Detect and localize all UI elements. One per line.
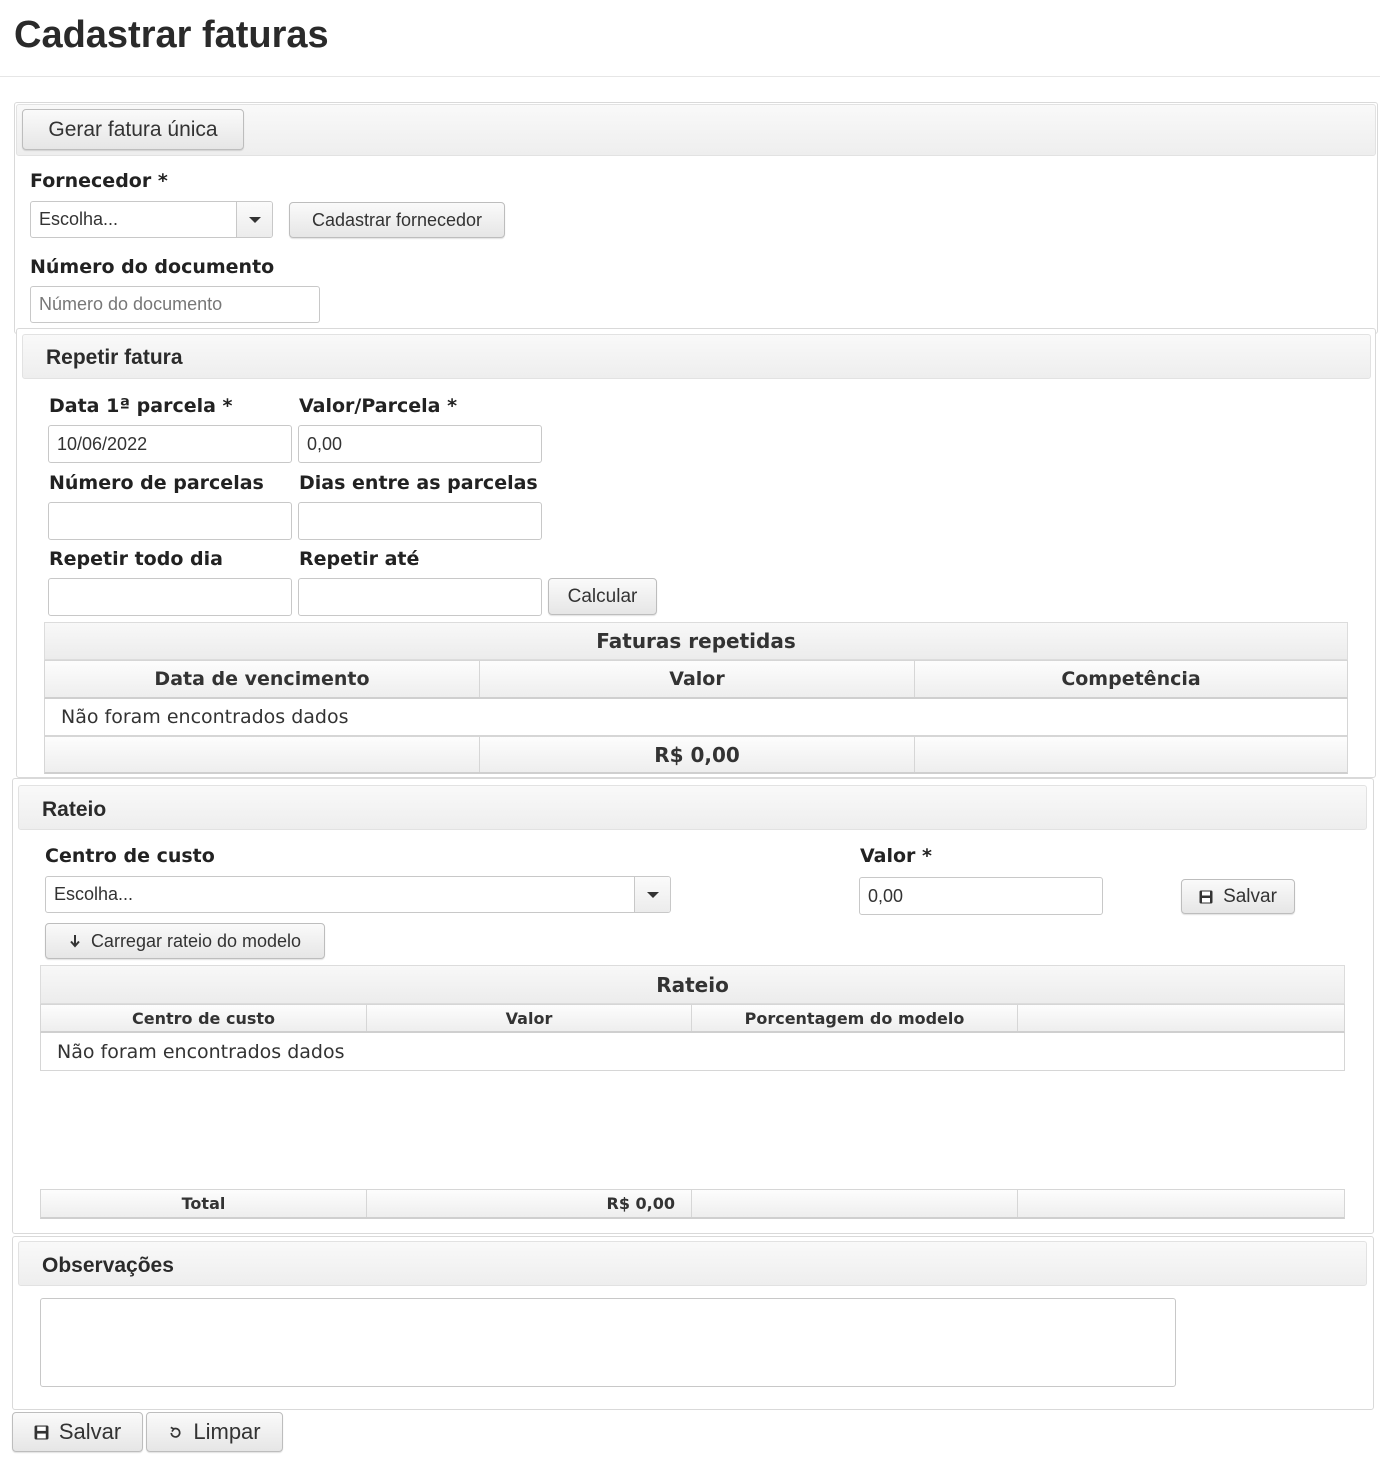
column-header-porcentagem-modelo[interactable]: Porcentagem do modelo — [692, 1005, 1018, 1031]
rateio-empty-text: Não foram encontrados dados — [57, 1040, 345, 1063]
faturas-total-empty — [915, 737, 1347, 772]
data-parcela-input[interactable] — [48, 425, 292, 463]
floppy-disk-icon — [34, 1425, 49, 1440]
salvar-label: Salvar — [58, 1419, 122, 1444]
fornecedor-label: Fornecedor * — [30, 170, 168, 192]
rateio-total-empty-1 — [692, 1190, 1018, 1217]
repetir-fatura-title: Repetir fatura — [46, 346, 183, 369]
carregar-rateio-button[interactable]: Carregar rateio do modelo — [45, 923, 325, 959]
rateio-salvar-button[interactable]: Salvar — [1181, 879, 1295, 914]
observacoes-textarea[interactable] — [40, 1298, 1176, 1387]
column-header-data-vencimento[interactable]: Data de vencimento — [45, 661, 480, 697]
repetir-fatura-header — [22, 334, 1371, 379]
column-header-competencia[interactable]: Competência — [915, 661, 1347, 697]
faturas-empty-text: Não foram encontrados dados — [61, 706, 349, 728]
centro-custo-select[interactable]: Escolha... — [45, 876, 671, 913]
observacoes-title: Observações — [42, 1254, 174, 1277]
fornecedor-select-value: Escolha... — [39, 209, 119, 229]
numero-parcelas-label: Número de parcelas — [49, 472, 264, 494]
column-header-valor[interactable]: Valor — [367, 1005, 692, 1031]
rateio-header — [18, 785, 1367, 830]
cadastrar-fornecedor-label: Cadastrar fornecedor — [311, 209, 483, 230]
floppy-disk-icon — [1199, 890, 1213, 904]
column-header-valor[interactable]: Valor — [480, 661, 915, 697]
numero-documento-label: Número do documento — [30, 256, 275, 278]
rateio-table-header: Centro de custo Valor Porcentagem do mod… — [40, 1004, 1345, 1033]
rateio-valor-input[interactable] — [859, 877, 1103, 915]
observacoes-header — [18, 1241, 1367, 1286]
repetir-ate-label: Repetir até — [299, 548, 420, 570]
arrow-down-icon — [69, 934, 81, 948]
page-title: Cadastrar faturas — [14, 14, 329, 56]
column-header-centro-custo[interactable]: Centro de custo — [41, 1005, 367, 1031]
rateio-salvar-label: Salvar — [1223, 885, 1277, 907]
faturas-total-value: R$ 0,00 — [480, 737, 915, 772]
valor-parcela-input[interactable] — [298, 425, 542, 463]
faturas-total-row: R$ 0,00 — [44, 736, 1348, 774]
rateio-empty-row: Não foram encontrados dados — [40, 1033, 1345, 1071]
dias-entre-parcelas-input[interactable] — [298, 502, 542, 540]
faturas-repetidas-header: Data de vencimento Valor Competência — [44, 660, 1348, 699]
rateio-total-row: Total R$ 0,00 — [40, 1189, 1345, 1219]
data-parcela-label: Data 1ª parcela * — [49, 395, 233, 417]
limpar-label: Limpar — [193, 1419, 261, 1444]
carregar-rateio-label: Carregar rateio do modelo — [90, 930, 302, 951]
repetir-todo-dia-input[interactable] — [48, 578, 292, 616]
numero-parcelas-input[interactable] — [48, 502, 292, 540]
salvar-button[interactable]: Salvar — [12, 1412, 143, 1452]
numero-documento-input[interactable] — [30, 286, 320, 323]
rateio-valor-label: Valor * — [860, 845, 932, 867]
repetir-todo-dia-label: Repetir todo dia — [49, 548, 223, 570]
rateio-title: Rateio — [42, 798, 107, 821]
column-header-actions — [1018, 1005, 1344, 1031]
gerar-fatura-unica-label: Gerar fatura única — [48, 117, 218, 141]
faturas-empty-row: Não foram encontrados dados — [44, 699, 1348, 736]
refresh-icon — [168, 1425, 183, 1440]
cadastrar-fornecedor-button[interactable]: Cadastrar fornecedor — [289, 202, 505, 238]
calcular-button[interactable]: Calcular — [548, 578, 657, 615]
dias-entre-parcelas-label: Dias entre as parcelas — [299, 472, 538, 494]
chevron-down-icon[interactable] — [236, 202, 272, 237]
limpar-button[interactable]: Limpar — [146, 1412, 283, 1452]
valor-parcela-label: Valor/Parcela * — [299, 395, 458, 417]
rateio-total-value: R$ 0,00 — [367, 1190, 692, 1217]
centro-custo-label: Centro de custo — [45, 845, 215, 867]
title-divider — [0, 76, 1380, 77]
rateio-total-empty-2 — [1018, 1190, 1344, 1217]
rateio-total-label: Total — [41, 1190, 367, 1217]
repetir-ate-input[interactable] — [298, 578, 542, 616]
chevron-down-icon[interactable] — [634, 877, 670, 912]
calcular-label: Calcular — [567, 585, 638, 607]
centro-custo-select-value: Escolha... — [54, 884, 134, 904]
faturas-repetidas-caption: Faturas repetidas — [44, 622, 1348, 660]
rateio-table-caption: Rateio — [40, 965, 1345, 1004]
gerar-fatura-unica-button[interactable]: Gerar fatura única — [22, 109, 244, 150]
fornecedor-select[interactable]: Escolha... — [30, 201, 273, 238]
faturas-total-spacer — [45, 737, 480, 772]
